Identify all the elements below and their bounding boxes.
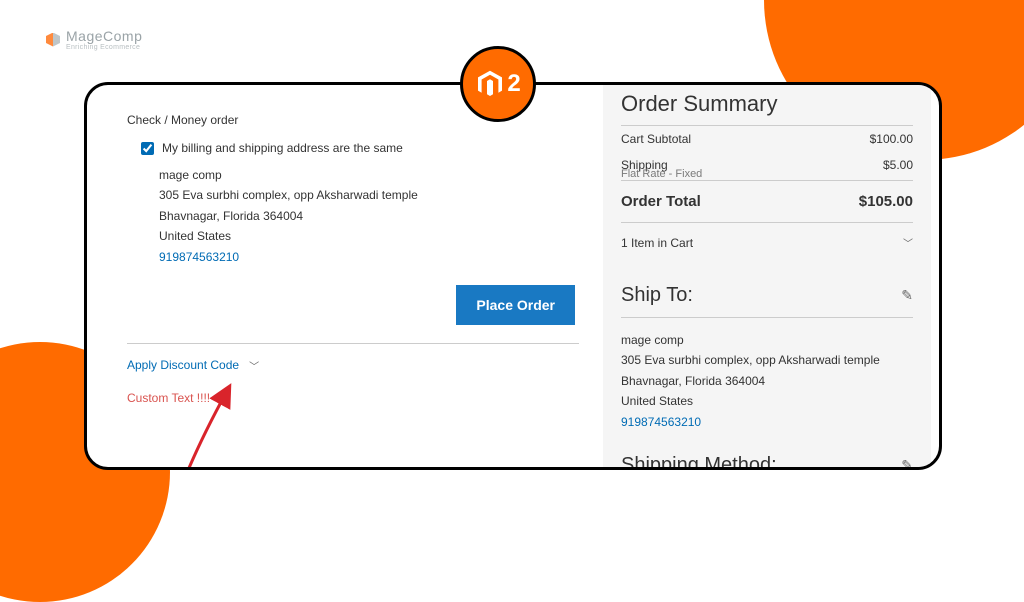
- place-order-button[interactable]: Place Order: [456, 285, 575, 325]
- edit-ship-to-icon[interactable]: ✎: [901, 287, 913, 304]
- checkout-window: Check / Money order My billing and shipp…: [84, 82, 942, 470]
- order-total-row: Order Total $105.00: [621, 180, 913, 222]
- ship-to-header: Ship To: ✎: [621, 270, 913, 318]
- brand-logo: MageComp Enriching Ecommerce: [46, 28, 142, 51]
- shipping-value: $5.00: [883, 158, 913, 172]
- subtotal-value: $100.00: [870, 132, 913, 146]
- cart-items-toggle[interactable]: 1 Item in Cart ﹀: [621, 222, 913, 262]
- ship-country: United States: [621, 391, 913, 411]
- total-value: $105.00: [859, 193, 913, 210]
- brand-logo-icon: [46, 33, 60, 47]
- ship-city-region: Bhavnagar, Florida 364004: [621, 371, 913, 391]
- subtotal-label: Cart Subtotal: [621, 132, 691, 146]
- addr-name: mage comp: [159, 165, 579, 185]
- discount-label: Apply Discount Code: [127, 358, 239, 372]
- same-address-checkbox-row[interactable]: My billing and shipping address are the …: [141, 141, 579, 155]
- divider: [127, 343, 579, 344]
- shipping-method-header: Shipping Method: ✎: [621, 440, 913, 470]
- total-label: Order Total: [621, 193, 701, 210]
- chevron-down-icon: ﹀: [903, 235, 913, 250]
- addr-city-region: Bhavnagar, Florida 364004: [159, 206, 579, 226]
- same-address-checkbox[interactable]: [141, 142, 154, 155]
- shipping-sublabel: Flat Rate - Fixed: [621, 168, 913, 180]
- ship-phone-link[interactable]: 919874563210: [621, 412, 913, 432]
- apply-discount-toggle[interactable]: Apply Discount Code ﹀: [127, 358, 579, 373]
- same-address-label: My billing and shipping address are the …: [162, 141, 403, 155]
- billing-address: mage comp 305 Eva surbhi complex, opp Ak…: [159, 165, 579, 267]
- chevron-down-icon: ﹀: [249, 358, 259, 373]
- brand-name: MageComp: [66, 28, 142, 44]
- order-summary-title: Order Summary: [621, 85, 913, 126]
- ship-to-address: mage comp 305 Eva surbhi complex, opp Ak…: [621, 330, 913, 432]
- addr-country: United States: [159, 226, 579, 246]
- ship-street: 305 Eva surbhi complex, opp Aksharwadi t…: [621, 350, 913, 370]
- magento2-badge: 2: [460, 46, 536, 122]
- payment-section: Check / Money order My billing and shipp…: [127, 113, 579, 455]
- subtotal-row: Cart Subtotal $100.00: [621, 126, 913, 152]
- addr-street: 305 Eva surbhi complex, opp Aksharwadi t…: [159, 185, 579, 205]
- cart-items-label: 1 Item in Cart: [621, 236, 693, 250]
- addr-phone-link[interactable]: 919874563210: [159, 247, 579, 267]
- shipping-method-title: Shipping Method:: [621, 454, 777, 470]
- order-summary-panel: Order Summary Cart Subtotal $100.00 Ship…: [603, 85, 931, 470]
- ship-to-title: Ship To:: [621, 284, 693, 307]
- edit-shipping-method-icon[interactable]: ✎: [901, 457, 913, 470]
- brand-tagline: Enriching Ecommerce: [66, 44, 142, 51]
- ship-name: mage comp: [621, 330, 913, 350]
- magento-icon: [475, 69, 505, 99]
- badge-version: 2: [507, 70, 520, 98]
- custom-text-block: Custom Text !!!!: [127, 391, 579, 405]
